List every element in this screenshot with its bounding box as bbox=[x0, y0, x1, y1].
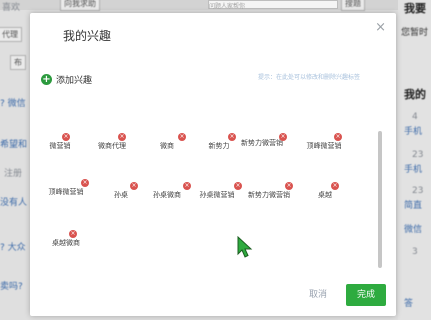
interest-tag[interactable]: × 微营销 bbox=[32, 133, 88, 151]
interest-tag[interactable]: × 孙桌微营销 bbox=[189, 182, 245, 200]
plus-icon: + bbox=[41, 74, 52, 85]
interest-tag[interactable]: × 新势力微营销 bbox=[234, 133, 290, 148]
remove-icon[interactable]: × bbox=[279, 133, 287, 141]
interest-tag-label: 桌越 bbox=[318, 191, 332, 199]
interest-tag-label: 微商 bbox=[160, 142, 174, 150]
remove-icon[interactable]: × bbox=[118, 133, 126, 141]
interest-tag-label: 孙桌 bbox=[114, 191, 128, 199]
interest-tag[interactable]: × 微商代理 bbox=[84, 133, 140, 151]
interest-tag-label: 新势力微营销 bbox=[241, 139, 283, 147]
done-button[interactable]: 完成 bbox=[346, 284, 386, 306]
interest-tag-label: 新势力 bbox=[208, 142, 230, 150]
remove-icon[interactable]: × bbox=[334, 133, 342, 141]
interest-tag-label: 孙桌微营销 bbox=[199, 191, 235, 199]
cancel-button[interactable]: 取消 bbox=[298, 285, 338, 305]
interest-tag[interactable]: × 孙桌微商 bbox=[139, 182, 195, 200]
remove-icon[interactable]: × bbox=[183, 182, 191, 190]
remove-icon[interactable]: × bbox=[81, 179, 89, 187]
interest-tag[interactable]: × 顶峰微营销 bbox=[38, 179, 94, 197]
scrollbar[interactable] bbox=[378, 131, 382, 268]
remove-icon[interactable]: × bbox=[69, 230, 77, 238]
interest-tag[interactable]: × 桌越 bbox=[297, 182, 353, 200]
interest-tag[interactable]: × 桌越微商 bbox=[38, 230, 94, 248]
remove-icon[interactable]: × bbox=[331, 182, 339, 190]
hint-text: 提示：在此处可以修改和删除兴趣标签 bbox=[257, 74, 360, 81]
interest-tag-label: 桌越微商 bbox=[52, 239, 80, 247]
interest-tag-label: 顶峰微营销 bbox=[306, 142, 342, 150]
interest-tag-label: 新势力微营销 bbox=[248, 191, 290, 199]
remove-icon[interactable]: × bbox=[130, 182, 138, 190]
mouse-cursor-icon bbox=[237, 236, 253, 258]
interest-tag[interactable]: × 新势力微营销 bbox=[241, 182, 297, 200]
remove-icon[interactable]: × bbox=[285, 182, 293, 190]
interest-tag-label: 微营销 bbox=[49, 142, 71, 150]
interest-tag[interactable]: × 微商 bbox=[139, 133, 195, 151]
remove-icon[interactable]: × bbox=[178, 133, 186, 141]
close-icon[interactable]: × bbox=[375, 21, 386, 34]
add-interest-label: 添加兴趣 bbox=[56, 76, 93, 86]
dialog-title: 我的兴趣 bbox=[63, 29, 112, 43]
remove-icon[interactable]: × bbox=[62, 133, 70, 141]
interest-tag-label: 微商代理 bbox=[98, 142, 126, 150]
interest-tag[interactable]: × 顶峰微营销 bbox=[296, 133, 352, 151]
add-interest-button[interactable]: + 添加兴趣 bbox=[41, 73, 92, 86]
interests-dialog: 我的兴趣 × + 添加兴趣 提示：在此处可以修改和删除兴趣标签 × 微营销 × … bbox=[30, 13, 396, 316]
interest-tag-label: 顶峰微营销 bbox=[48, 188, 84, 196]
remove-icon[interactable]: × bbox=[234, 182, 242, 190]
interest-tag-label: 孙桌微商 bbox=[153, 191, 181, 199]
